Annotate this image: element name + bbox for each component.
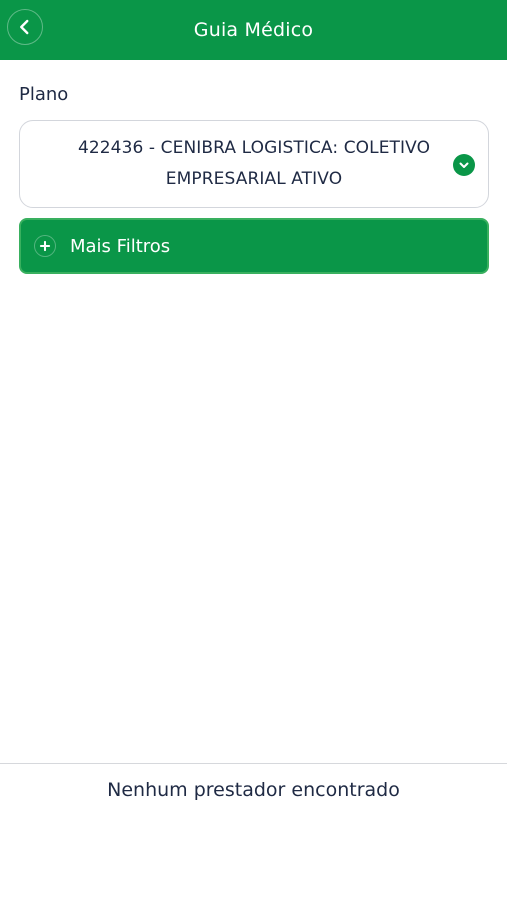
- plan-label: Plano: [19, 84, 69, 105]
- page-title: Guia Médico: [193, 19, 314, 41]
- chevron-left-icon: [20, 19, 29, 35]
- plus-icon: [34, 235, 56, 257]
- app-screen: Guia Médico Plano 422436 - CENIBRA LOGIS…: [0, 0, 507, 900]
- chevron-down-icon: [453, 154, 475, 176]
- plan-select[interactable]: 422436 - CENIBRA LOGISTICA: COLETIVO EMP…: [19, 120, 489, 208]
- plan-selected-value: 422436 - CENIBRA LOGISTICA: COLETIVO EMP…: [77, 138, 431, 189]
- results-divider: [0, 763, 507, 764]
- empty-results-message: Nenhum prestador encontrado: [107, 779, 400, 801]
- app-header: Guia Médico: [0, 0, 507, 60]
- more-filters-button[interactable]: Mais Filtros: [19, 218, 489, 274]
- back-button[interactable]: [7, 9, 43, 45]
- more-filters-label: Mais Filtros: [70, 235, 171, 257]
